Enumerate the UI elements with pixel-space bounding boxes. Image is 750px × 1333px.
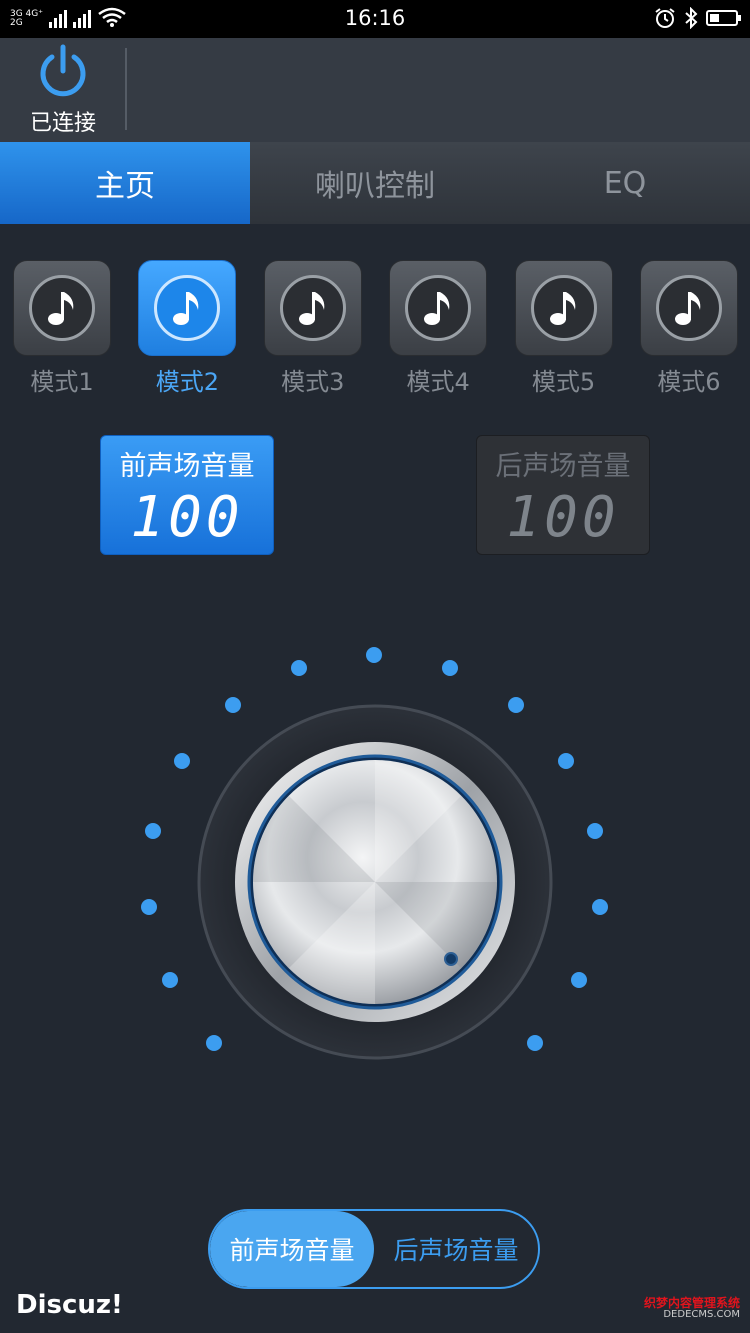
watermark-line1: 织梦内容管理系统: [643, 1296, 740, 1310]
watermark: 织梦内容管理系统 DEDECMS.COM: [632, 1297, 740, 1321]
discuz-logo: Discuz!: [16, 1290, 123, 1320]
watermark-line2: DEDECMS.COM: [663, 1309, 740, 1320]
volume-knob[interactable]: [0, 0, 750, 1333]
knob-indicator: [444, 952, 458, 966]
toggle-front-field[interactable]: 前声场音量: [210, 1211, 374, 1287]
toggle-back-field[interactable]: 后声场音量: [374, 1211, 538, 1287]
sound-field-toggle: 前声场音量 后声场音量: [208, 1209, 540, 1289]
